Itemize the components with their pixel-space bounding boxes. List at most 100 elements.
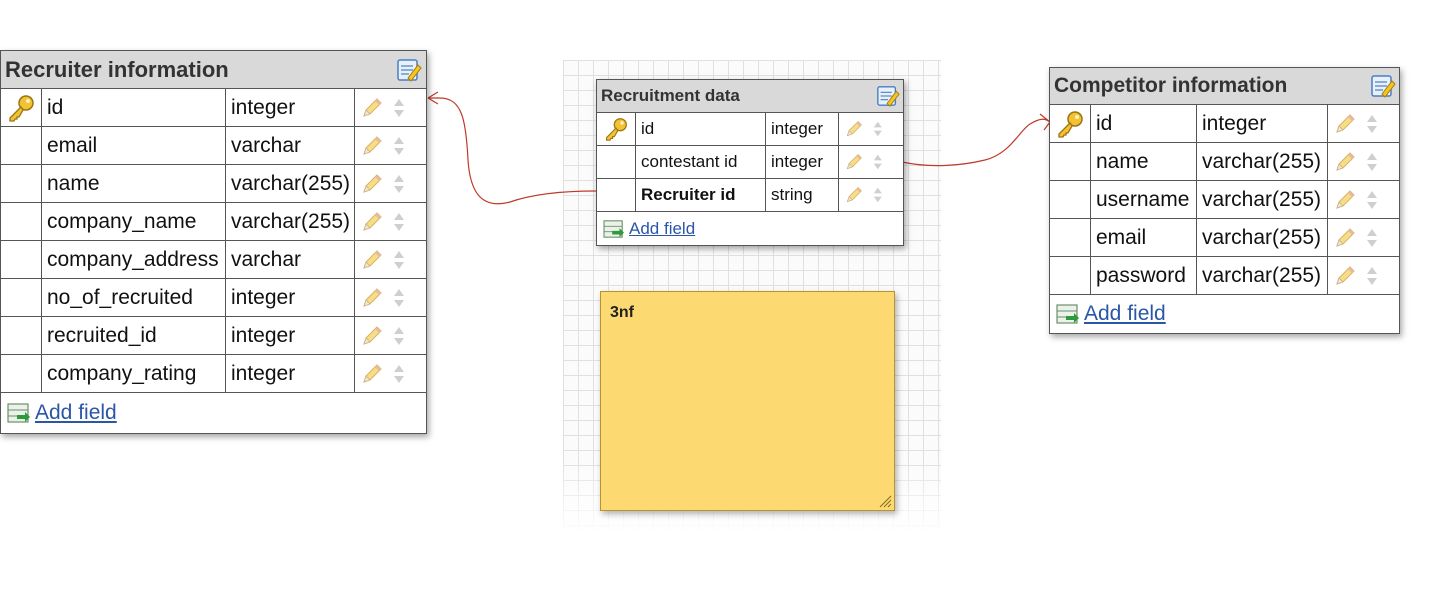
- key-icon: [9, 94, 34, 122]
- table-header[interactable]: Recruiter information: [1, 51, 426, 89]
- table-header[interactable]: Recruitment data: [597, 80, 903, 113]
- pencil-icon[interactable]: [845, 186, 863, 204]
- table-title: Recruiter information: [5, 56, 229, 82]
- field-list: id integer contestant id integer Recruiter i…: [597, 113, 903, 212]
- pencil-icon[interactable]: [361, 173, 383, 195]
- key-cell: [1050, 181, 1091, 218]
- field-row[interactable]: email varchar(255): [1050, 219, 1399, 257]
- pencil-icon[interactable]: [361, 249, 383, 271]
- up-down-arrows-icon[interactable]: [1366, 228, 1378, 248]
- pencil-icon[interactable]: [1334, 265, 1356, 287]
- key-cell: [597, 146, 636, 178]
- field-name: id: [42, 89, 226, 126]
- field-row[interactable]: no_of_recruited integer: [1, 279, 426, 317]
- up-down-arrows-icon[interactable]: [873, 154, 883, 170]
- field-row[interactable]: company_address varchar: [1, 241, 426, 279]
- field-name: name: [42, 165, 226, 202]
- pencil-icon[interactable]: [845, 153, 863, 171]
- pencil-icon[interactable]: [361, 211, 383, 233]
- up-down-arrows-icon[interactable]: [1366, 190, 1378, 210]
- key-cell: [1050, 257, 1091, 294]
- up-down-arrows-icon[interactable]: [393, 212, 405, 232]
- pencil-icon[interactable]: [361, 325, 383, 347]
- add-field-link[interactable]: Add field: [1084, 302, 1166, 326]
- key-cell: [1, 317, 42, 354]
- add-field-link[interactable]: Add field: [35, 401, 117, 425]
- add-field-link[interactable]: Add field: [629, 219, 695, 239]
- pencil-icon[interactable]: [1334, 189, 1356, 211]
- table-recruitment-data[interactable]: Recruitment data id integer contestant id i…: [596, 79, 904, 246]
- up-down-arrows-icon[interactable]: [393, 326, 405, 346]
- pencil-icon[interactable]: [361, 287, 383, 309]
- field-name: company_rating: [42, 355, 226, 392]
- field-type: varchar(255): [1197, 143, 1328, 180]
- table-recruiter-information[interactable]: Recruiter information id integer email varc…: [0, 50, 427, 434]
- field-row[interactable]: contestant id integer: [597, 146, 903, 179]
- field-row[interactable]: company_name varchar(255): [1, 203, 426, 241]
- edit-table-icon[interactable]: [396, 57, 422, 83]
- key-cell: [1, 241, 42, 278]
- pencil-icon[interactable]: [1334, 227, 1356, 249]
- field-actions: [1328, 181, 1397, 218]
- resize-grip-icon[interactable]: [878, 494, 892, 508]
- add-field-row[interactable]: Add field: [1050, 295, 1399, 333]
- up-down-arrows-icon[interactable]: [393, 364, 405, 384]
- add-field-icon[interactable]: [603, 219, 625, 239]
- pencil-icon[interactable]: [1334, 151, 1356, 173]
- up-down-arrows-icon[interactable]: [393, 98, 405, 118]
- field-row[interactable]: recruited_id integer: [1, 317, 426, 355]
- field-row[interactable]: password varchar(255): [1050, 257, 1399, 295]
- edit-table-icon[interactable]: [876, 84, 900, 108]
- field-type: integer: [226, 89, 355, 126]
- field-row[interactable]: email varchar: [1, 127, 426, 165]
- field-row[interactable]: id integer: [597, 113, 903, 146]
- key-cell: [597, 179, 636, 211]
- field-name: recruited_id: [42, 317, 226, 354]
- pencil-icon[interactable]: [845, 120, 863, 138]
- key-cell: [1050, 219, 1091, 256]
- field-row[interactable]: name varchar(255): [1050, 143, 1399, 181]
- field-row[interactable]: username varchar(255): [1050, 181, 1399, 219]
- up-down-arrows-icon[interactable]: [1366, 266, 1378, 286]
- field-type: varchar(255): [226, 203, 355, 240]
- pencil-icon[interactable]: [361, 135, 383, 157]
- field-row[interactable]: name varchar(255): [1, 165, 426, 203]
- up-down-arrows-icon[interactable]: [873, 121, 883, 137]
- up-down-arrows-icon[interactable]: [393, 174, 405, 194]
- field-type: varchar(255): [1197, 219, 1328, 256]
- add-field-icon[interactable]: [7, 402, 31, 424]
- up-down-arrows-icon[interactable]: [393, 250, 405, 270]
- field-row[interactable]: id integer: [1050, 105, 1399, 143]
- up-down-arrows-icon[interactable]: [393, 136, 405, 156]
- add-field-icon[interactable]: [1056, 303, 1080, 325]
- field-actions: [355, 165, 425, 202]
- sticky-note[interactable]: 3nf: [600, 291, 895, 511]
- field-type: varchar(255): [226, 165, 355, 202]
- add-field-row[interactable]: Add field: [1, 393, 426, 433]
- edit-table-icon[interactable]: [1370, 73, 1396, 99]
- table-title: Recruitment data: [601, 86, 740, 105]
- note-text[interactable]: 3nf: [610, 304, 634, 322]
- pencil-icon[interactable]: [361, 97, 383, 119]
- table-header[interactable]: Competitor information: [1050, 68, 1399, 105]
- table-title: Competitor information: [1054, 74, 1288, 97]
- key-cell: [1, 165, 42, 202]
- table-competitor-information[interactable]: Competitor information id integer name varc…: [1049, 67, 1400, 334]
- up-down-arrows-icon[interactable]: [1366, 114, 1378, 134]
- field-actions: [355, 241, 425, 278]
- add-field-row[interactable]: Add field: [597, 212, 903, 245]
- field-type: integer: [1197, 105, 1328, 142]
- pencil-icon[interactable]: [1334, 113, 1356, 135]
- pencil-icon[interactable]: [361, 363, 383, 385]
- field-row[interactable]: Recruiter id string: [597, 179, 903, 212]
- up-down-arrows-icon[interactable]: [1366, 152, 1378, 172]
- field-actions: [355, 127, 425, 164]
- field-list: id integer name varchar(255) username varchar…: [1050, 105, 1399, 295]
- field-row[interactable]: id integer: [1, 89, 426, 127]
- field-name: name: [1091, 143, 1197, 180]
- field-row[interactable]: company_rating integer: [1, 355, 426, 393]
- up-down-arrows-icon[interactable]: [393, 288, 405, 308]
- up-down-arrows-icon[interactable]: [873, 187, 883, 203]
- field-type: integer: [226, 279, 355, 316]
- field-actions: [355, 317, 425, 354]
